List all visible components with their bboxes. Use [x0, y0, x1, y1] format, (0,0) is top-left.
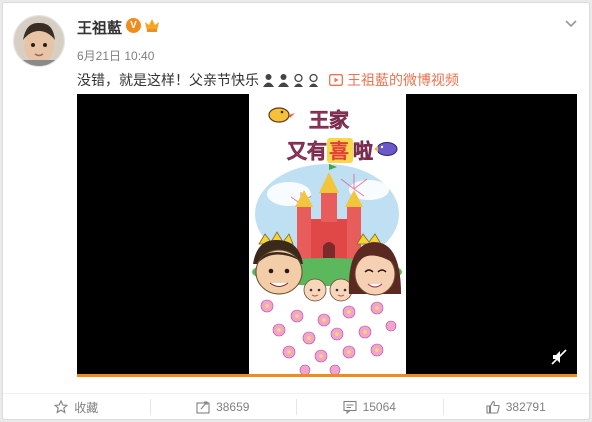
weibo-member-icon[interactable]	[144, 18, 160, 33]
author-name[interactable]: 王祖藍	[77, 17, 122, 38]
comment-icon	[343, 400, 357, 414]
emoji-group	[262, 73, 320, 87]
video-link-label: 王祖藍的微博视频	[347, 72, 459, 88]
repost-icon	[196, 401, 210, 414]
dad-cartoon	[253, 239, 303, 295]
art-title-line2-a: 又有	[287, 139, 327, 163]
action-bar: 收藏 38659 15064 382791	[3, 393, 589, 420]
post-text: 没错，就是这样！父亲节快乐	[77, 72, 259, 88]
father-emoji-icon	[263, 74, 274, 87]
post-timestamp[interactable]: 6月21日 10:40	[77, 47, 154, 64]
baby-emoji-icon	[309, 73, 318, 87]
father-emoji-icon	[278, 74, 289, 87]
baby-cartoon	[303, 278, 327, 302]
comment-count: 15064	[362, 400, 396, 414]
mute-icon[interactable]	[551, 349, 567, 365]
like-button[interactable]: 382791	[442, 394, 590, 420]
thumbs-up-icon	[486, 400, 500, 414]
comment-button[interactable]: 15064	[296, 394, 443, 420]
art-title-line2-c: 啦	[353, 139, 373, 163]
like-count: 382791	[505, 400, 546, 414]
baby-cartoon	[329, 278, 353, 302]
star-icon	[54, 400, 69, 414]
video-play-icon	[329, 74, 343, 86]
video-artwork: 王家 又有 喜 啦	[249, 94, 406, 377]
avatar[interactable]	[13, 15, 65, 67]
art-title-line2-b: 喜	[329, 139, 349, 163]
weibo-post-card: 王祖藍 V 6月21日 10:40 没错，就是这样！父亲节快乐 王祖藍的微博视频…	[2, 2, 590, 420]
favorite-button[interactable]: 收藏	[3, 394, 150, 420]
video-progress-bar[interactable]	[77, 374, 577, 377]
favorite-label: 收藏	[74, 400, 99, 415]
repost-count: 38659	[216, 400, 250, 414]
repost-button[interactable]: 38659	[149, 394, 297, 420]
video-player[interactable]: 王家 又有 喜 啦	[77, 94, 577, 377]
video-link[interactable]: 王祖藍的微博视频	[329, 70, 459, 90]
chevron-down-icon[interactable]	[563, 15, 579, 31]
post-text-row: 没错，就是这样！父亲节快乐 王祖藍的微博视频	[77, 70, 459, 90]
verified-badge-icon: V	[126, 18, 141, 33]
art-title-line1: 王家	[309, 108, 350, 132]
baby-emoji-icon	[294, 73, 303, 87]
